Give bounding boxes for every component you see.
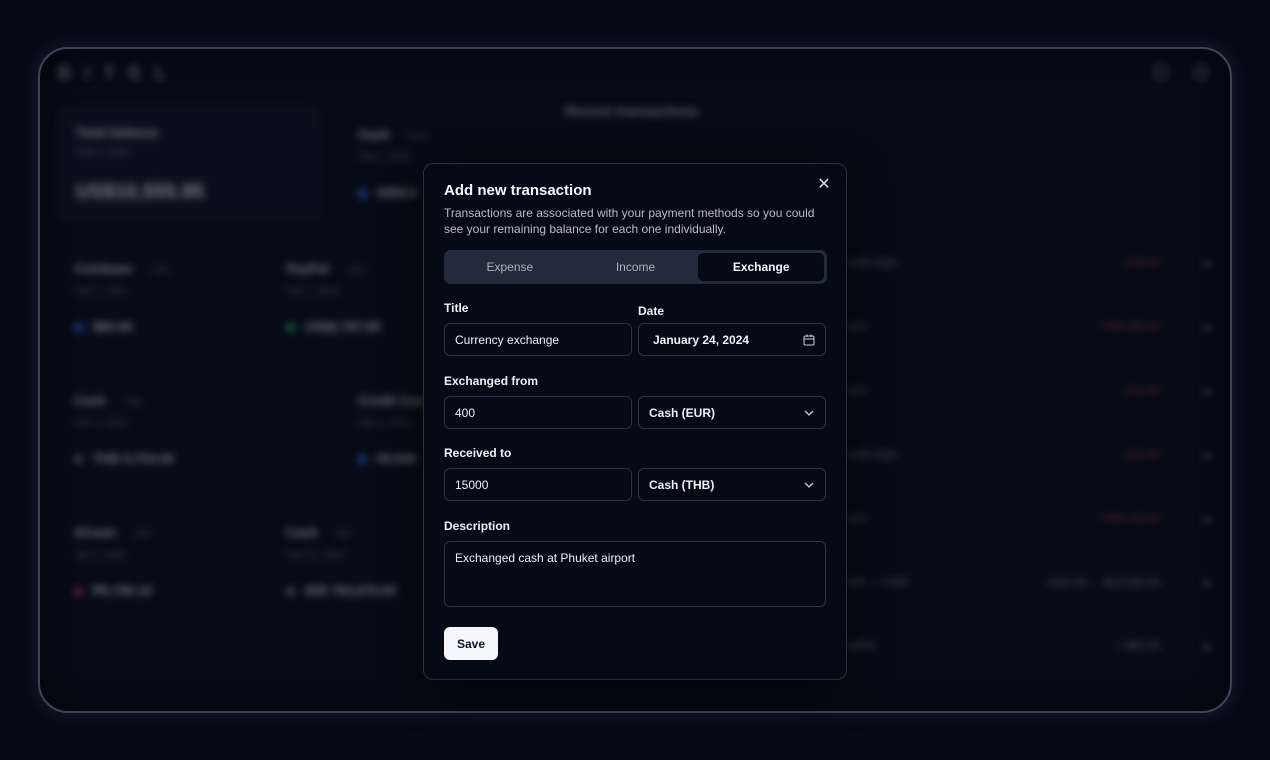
close-icon: ✕	[817, 174, 831, 193]
dialog-title: Add new transaction	[444, 182, 592, 199]
received-to-label: Received to	[444, 446, 512, 460]
tab-expense[interactable]: Expense	[447, 253, 573, 281]
transaction-row: Credit Card - €40.00	[840, 257, 1210, 277]
account-name: Credit Card	[358, 393, 429, 408]
account-date: Feb 1, 2024	[74, 418, 128, 429]
calendar-icon	[803, 334, 815, 346]
account-dot-icon	[74, 323, 83, 333]
date-label: Date	[638, 304, 665, 318]
account-balance: ₱5,790.15	[93, 583, 153, 598]
total-balance-value: US$10,555.95	[76, 181, 204, 203]
account-dot-icon	[74, 587, 83, 597]
more-icon	[1204, 261, 1210, 267]
title-input[interactable]	[444, 323, 632, 356]
account-balance: $80.94	[93, 319, 133, 334]
account-currency: THB	[123, 397, 142, 407]
account-balance: THB 5,704.00	[93, 451, 174, 466]
transaction-amount: - €22.00	[1119, 449, 1160, 461]
transaction-row: PayPal + $92.00	[840, 640, 1210, 660]
total-balance-card: Total balance Feb 1, 2024 US$10,555.95	[58, 105, 320, 221]
account-dot-icon	[286, 323, 295, 333]
exchanged-from-account-select[interactable]: Cash (EUR)	[638, 396, 826, 429]
account-balance: IDR 783,970.00	[305, 583, 397, 598]
account-currency: EUR	[407, 131, 427, 141]
account-name: Cash	[74, 393, 106, 408]
account-balance: €5,040	[377, 451, 417, 466]
account-date: Feb 1, 2024	[74, 286, 128, 297]
more-icon	[1204, 453, 1210, 459]
more-icon	[1204, 644, 1210, 650]
more-icon	[1204, 517, 1210, 523]
transaction-row: Cash - THB 450.00	[840, 321, 1210, 341]
close-button[interactable]: ✕	[816, 176, 832, 192]
transaction-row: Cash - THB 120.00	[840, 513, 1210, 533]
app-logo: BITEL	[58, 63, 180, 83]
account-dot-icon	[358, 455, 367, 465]
received-to-account-value: Cash (THB)	[649, 477, 715, 492]
more-icon	[1204, 580, 1210, 586]
account-name: Coinbase	[74, 261, 133, 276]
date-picker[interactable]: January 24, 2024	[638, 323, 826, 356]
transaction-amount: - €40.00	[1119, 257, 1160, 269]
add-transaction-dialog: ✕ Add new transaction Transactions are a…	[423, 163, 847, 680]
chevron-down-icon	[803, 479, 815, 491]
account-balance: €950.0	[377, 185, 417, 200]
transaction-row: Cash → Cash €400.00 → ฿15,000.00	[840, 576, 1210, 596]
account-date: Feb 1, 2024	[358, 152, 412, 163]
account-currency: PHP	[133, 529, 153, 539]
total-balance-date: Feb 1, 2024	[76, 147, 130, 158]
transaction-label: Cash → Cash	[840, 576, 909, 588]
transaction-label: Credit Card	[840, 257, 897, 269]
account-name: Cash	[286, 525, 318, 540]
description-label: Description	[444, 519, 511, 533]
transaction-amount: - €12.00	[1119, 385, 1160, 397]
more-icon	[1204, 325, 1210, 331]
account-dot-icon	[74, 455, 83, 465]
account-balance: US$2,787.85	[305, 319, 381, 334]
transaction-amount: - THB 120.00	[1094, 513, 1160, 525]
transaction-row: Cash - €12.00	[840, 385, 1210, 405]
recent-transactions-title: Recent transactions	[565, 103, 699, 119]
user-icon	[1194, 65, 1208, 79]
title-label: Title	[444, 301, 469, 315]
account-card: Cash THB Feb 1, 2024 THB 5,704.00	[74, 393, 274, 483]
description-textarea[interactable]: Exchanged cash at Phuket airport	[444, 541, 826, 607]
account-dot-icon	[286, 587, 295, 597]
account-currency: IDR	[335, 529, 352, 539]
date-value: January 24, 2024	[653, 332, 750, 347]
account-name: PayPal	[286, 261, 329, 276]
transaction-type-tabs: Expense Income Exchange	[444, 250, 827, 284]
account-currency: USD	[346, 265, 366, 275]
more-icon	[1204, 389, 1210, 395]
exchanged-from-label: Exchanged from	[444, 374, 539, 388]
account-date: Jan 4, 2024	[74, 550, 127, 561]
transaction-amount: - THB 450.00	[1094, 321, 1160, 333]
account-card: Coinbase USD Feb 1, 2024 $80.94	[74, 261, 274, 351]
total-balance-label: Total balance	[76, 125, 159, 140]
save-button[interactable]: Save	[444, 627, 498, 660]
received-to-amount-input[interactable]	[444, 468, 632, 501]
account-card: GCash PHP Jan 4, 2024 ₱5,790.15	[74, 525, 274, 615]
chevron-down-icon	[803, 407, 815, 419]
tab-income[interactable]: Income	[573, 253, 699, 281]
transaction-label: Credit Card	[840, 449, 897, 461]
settings-icon	[1154, 65, 1168, 79]
account-dot-icon	[358, 189, 367, 199]
transaction-row: Credit Card - €22.00	[840, 449, 1210, 469]
account-name: Cash	[358, 127, 390, 142]
account-currency: USD	[150, 265, 170, 275]
exchanged-from-amount-input[interactable]	[444, 396, 632, 429]
transaction-amount: + $92.00	[1116, 640, 1160, 652]
transaction-amount: €400.00 → ฿15,000.00	[1047, 577, 1160, 589]
exchanged-from-account-value: Cash (EUR)	[649, 405, 716, 420]
account-name: GCash	[74, 525, 116, 540]
received-to-account-select[interactable]: Cash (THB)	[638, 468, 826, 501]
tab-exchange[interactable]: Exchange	[698, 253, 825, 281]
dialog-description: Transactions are associated with your pa…	[444, 206, 815, 236]
